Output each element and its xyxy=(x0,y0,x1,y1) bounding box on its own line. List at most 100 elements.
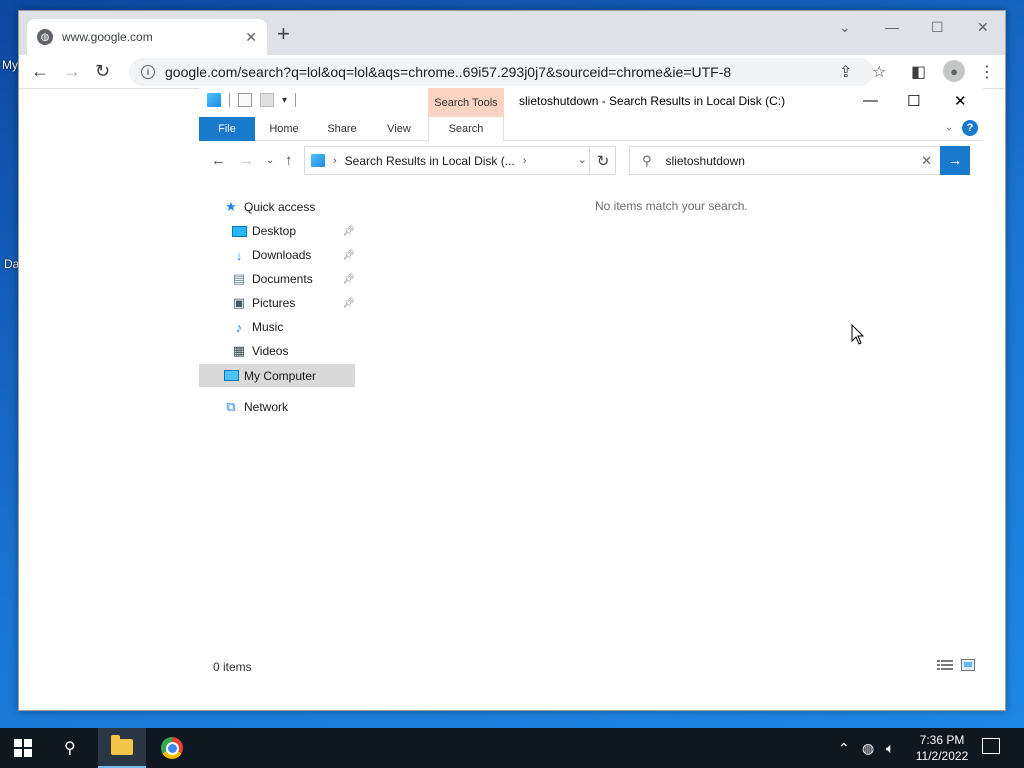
address-box[interactable]: › Search Results in Local Disk (... › ⌄ xyxy=(304,146,616,175)
nav-item-downloads[interactable]: ↓ Downloads 📌︎ xyxy=(231,244,355,266)
address-row: ← → ⌄ ↑ › Search Results in Local Disk (… xyxy=(199,146,983,176)
nav-label: Videos xyxy=(252,344,289,358)
tab-share[interactable]: Share xyxy=(319,117,365,141)
maximize-button[interactable]: ☐ xyxy=(907,92,920,110)
new-folder-icon[interactable] xyxy=(260,93,274,107)
pin-icon[interactable]: 📌︎ xyxy=(342,274,355,285)
notifications-icon[interactable] xyxy=(982,738,1000,754)
recent-locations-chevron-icon[interactable]: ⌄ xyxy=(266,155,274,166)
menu-kebab-icon[interactable]: ⋮ xyxy=(979,62,995,82)
browser-tab[interactable]: ◍ www.google.com ✕ xyxy=(27,19,267,55)
nav-label: Downloads xyxy=(252,248,312,262)
properties-icon[interactable] xyxy=(238,93,252,107)
mouse-cursor-icon xyxy=(851,324,865,345)
tab-file[interactable]: File xyxy=(199,117,255,141)
nav-item-network[interactable]: ⧉ Network xyxy=(223,396,288,418)
pictures-icon: ▣ xyxy=(232,295,246,310)
tab-home[interactable]: Home xyxy=(261,117,307,141)
customize-dropdown-icon[interactable]: ▾ xyxy=(282,95,287,106)
side-panel-icon[interactable]: ◧ xyxy=(911,62,926,82)
document-icon: ▤ xyxy=(232,271,246,286)
reload-button[interactable]: ↻ xyxy=(95,61,110,81)
desktop-icon xyxy=(231,224,247,238)
tab-search[interactable]: Search xyxy=(428,117,504,142)
tab-search-chevron-icon[interactable]: ⌄ xyxy=(839,19,851,36)
nav-item-quick-access[interactable]: ★ Quick access xyxy=(223,196,315,218)
back-button[interactable]: ← xyxy=(31,61,49,81)
search-query-text[interactable]: slietoshutdown xyxy=(666,154,922,168)
network-icon: ⧉ xyxy=(226,399,236,414)
volume-icon[interactable]: 🔈︎ xyxy=(886,740,894,757)
nav-label: Network xyxy=(244,400,289,414)
search-input[interactable]: ⚲ slietoshutdown ✕ xyxy=(629,146,941,175)
search-icon[interactable]: ⚲ xyxy=(64,738,76,758)
nav-item-videos[interactable]: ▦ Videos xyxy=(231,340,289,362)
maximize-button[interactable]: ☐ xyxy=(931,19,944,36)
address-bar[interactable]: i google.com/search?q=lol&oq=lol&aqs=chr… xyxy=(129,58,874,86)
search-folder-icon xyxy=(311,154,325,167)
minimize-button[interactable]: — xyxy=(863,92,878,109)
pin-icon[interactable]: 📌︎ xyxy=(342,250,355,261)
url-text[interactable]: google.com/search?q=lol&oq=lol&aqs=chrom… xyxy=(165,64,731,80)
details-view-icon[interactable] xyxy=(937,659,953,671)
divider xyxy=(229,93,230,107)
chrome-tab-strip: ◍ www.google.com ✕ + ⌄ — ☐ ✕ xyxy=(19,11,1005,55)
clock[interactable]: 7:36 PM 11/2/2022 xyxy=(912,732,972,764)
nav-label: My Computer xyxy=(244,368,317,383)
back-button[interactable]: ← xyxy=(211,152,226,169)
breadcrumb-chevron-icon[interactable]: › xyxy=(523,155,527,167)
desktop-icon-label[interactable]: My xyxy=(2,58,18,72)
close-button[interactable]: ✕ xyxy=(954,92,967,110)
taskbar: ⚲ ⌃ ◍ 🔈︎ 7:36 PM 11/2/2022 xyxy=(0,728,1024,768)
globe-icon: ◍ xyxy=(37,29,53,45)
ribbon-tabs: File Home Share View Search xyxy=(199,117,983,142)
clock-time: 7:36 PM xyxy=(919,733,965,747)
star-icon: ★ xyxy=(225,199,237,214)
network-globe-icon[interactable]: ◍ xyxy=(862,740,874,757)
clock-date: 11/2/2022 xyxy=(915,749,969,763)
minimize-button[interactable]: — xyxy=(885,19,899,35)
forward-button[interactable]: → xyxy=(63,61,81,81)
bookmark-star-icon[interactable]: ☆ xyxy=(872,62,886,82)
share-icon[interactable]: ⇪ xyxy=(839,62,852,82)
folder-icon[interactable] xyxy=(207,93,221,107)
nav-label: Documents xyxy=(252,272,313,286)
nav-item-my-computer[interactable]: My Computer xyxy=(199,364,355,387)
quick-access-toolbar: ▾ xyxy=(207,93,297,107)
search-go-button[interactable]: → xyxy=(940,146,970,175)
help-icon[interactable]: ? xyxy=(962,120,978,136)
forward-button[interactable]: → xyxy=(239,152,254,169)
file-explorer-window: ▾ Search Tools slietoshutdown - Search R… xyxy=(199,88,983,688)
large-icons-view-icon[interactable] xyxy=(961,659,975,671)
folder-icon xyxy=(111,735,133,755)
clear-search-icon[interactable]: ✕ xyxy=(921,153,932,169)
nav-label: Pictures xyxy=(252,296,296,310)
profile-avatar-icon[interactable]: ● xyxy=(943,60,965,82)
up-button[interactable]: ↑ xyxy=(285,152,293,169)
address-text[interactable]: Search Results in Local Disk (... xyxy=(345,154,515,168)
start-button[interactable] xyxy=(14,739,32,757)
refresh-button[interactable]: ↻ xyxy=(589,146,616,175)
film-icon: ▦ xyxy=(232,343,246,358)
tab-close-button[interactable]: ✕ xyxy=(245,29,257,46)
close-button[interactable]: ✕ xyxy=(977,19,989,36)
new-tab-button[interactable]: + xyxy=(277,23,290,45)
nav-item-music[interactable]: ♪ Music xyxy=(231,316,284,338)
nav-label: Music xyxy=(252,320,284,334)
taskbar-chrome[interactable] xyxy=(148,728,196,768)
nav-item-desktop[interactable]: Desktop 📌︎ xyxy=(231,220,355,242)
nav-label: Quick access xyxy=(244,200,316,214)
status-item-count: 0 items xyxy=(213,660,252,674)
breadcrumb-chevron-icon[interactable]: › xyxy=(333,155,337,167)
expand-ribbon-chevron-icon[interactable]: ⌄ xyxy=(945,122,953,133)
nav-item-documents[interactable]: ▤ Documents 📌︎ xyxy=(231,268,355,290)
nav-label: Desktop xyxy=(252,224,297,238)
show-hidden-icons-chevron-icon[interactable]: ⌃ xyxy=(838,740,850,757)
taskbar-file-explorer[interactable] xyxy=(98,728,146,768)
pin-icon[interactable]: 📌︎ xyxy=(342,226,355,237)
info-icon[interactable]: i xyxy=(141,65,155,79)
pin-icon[interactable]: 📌︎ xyxy=(342,298,355,309)
address-dropdown-icon[interactable]: ⌄ xyxy=(578,153,587,166)
tab-view[interactable]: View xyxy=(376,117,422,141)
nav-item-pictures[interactable]: ▣ Pictures 📌︎ xyxy=(231,292,355,314)
